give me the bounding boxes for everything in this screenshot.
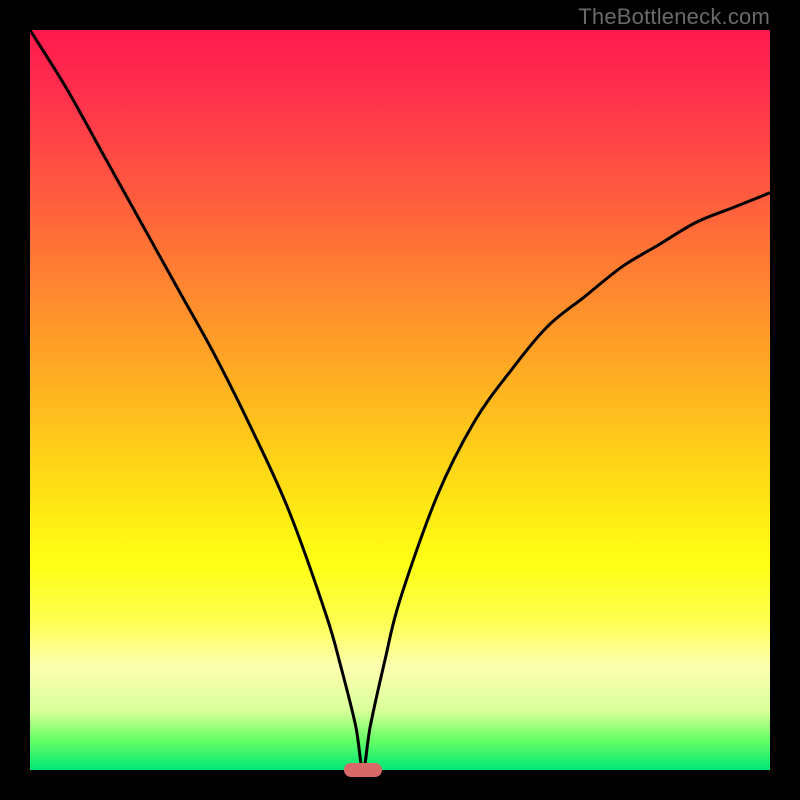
- chart-frame: TheBottleneck.com: [0, 0, 800, 800]
- bottleneck-curve: [30, 30, 770, 770]
- watermark-text: TheBottleneck.com: [578, 4, 770, 30]
- plot-area: [30, 30, 770, 770]
- optimal-marker: [344, 763, 382, 777]
